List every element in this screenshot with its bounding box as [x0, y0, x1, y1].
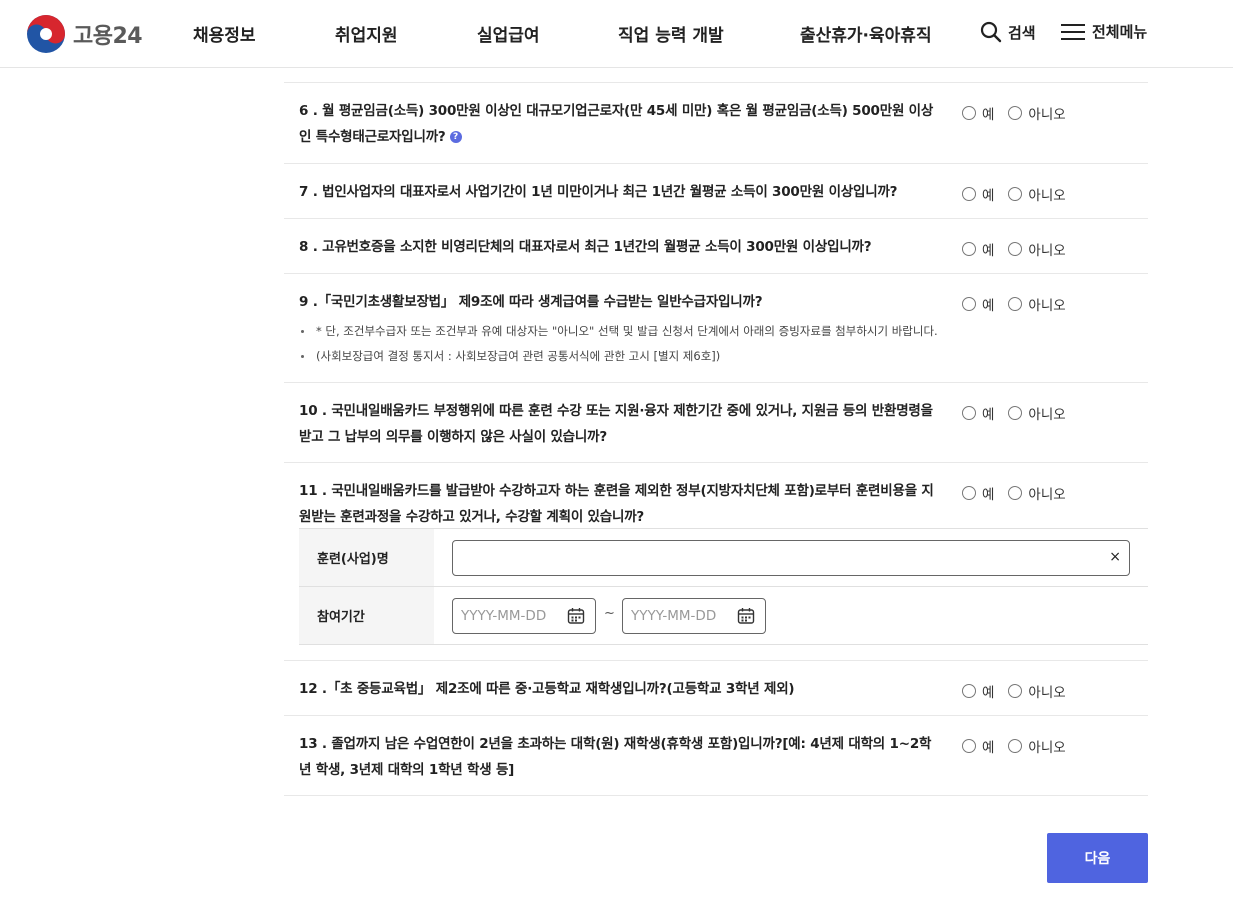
option-yes[interactable]: 예 [962, 239, 994, 259]
training-name-row: 훈련(사업)명 × [299, 529, 1148, 587]
search-label: 검색 [1008, 23, 1036, 42]
option-yes[interactable]: 예 [962, 294, 994, 314]
question-13: 13 . 졸업까지 남은 수업연한이 2년을 초과하는 대학(원) 재학생(휴학… [284, 716, 1148, 796]
option-no[interactable]: 아니오 [1008, 103, 1066, 123]
option-yes[interactable]: 예 [962, 403, 994, 423]
radio-yes[interactable] [962, 297, 976, 311]
answer-options: 예 아니오 [962, 736, 1080, 756]
note-line-2: (사회보장급여 결정 통지서 : 사회보장급여 관련 공통서식에 관한 고시 [… [299, 347, 720, 365]
option-yes[interactable]: 예 [962, 681, 994, 701]
start-date-input[interactable]: YYYY-MM-DD [452, 598, 596, 634]
answer-options: 예 아니오 [962, 294, 1080, 314]
next-button[interactable]: 다음 [1047, 833, 1148, 883]
question-text: 8 . 고유번호증을 소지한 비영리단체의 대표자로서 최근 1년간의 월평균 … [299, 239, 872, 255]
nav-item-unemployment-benefit[interactable]: 실업급여 [477, 21, 540, 46]
bullet-dot [301, 355, 304, 358]
radio-yes[interactable] [962, 187, 976, 201]
question-text: 11 . 국민내일배움카드를 발급받아 수강하고자 하는 훈련을 제외한 정부(… [299, 483, 934, 525]
answer-options: 예 아니오 [962, 184, 1080, 204]
answer-options: 예 아니오 [962, 483, 1080, 503]
question-text: 6 . 월 평균임금(소득) 300만원 이상인 대규모기업근로자(만 45세 … [299, 103, 934, 145]
bullet-dot [301, 330, 304, 333]
clear-icon[interactable]: × [1109, 549, 1121, 565]
search-icon [980, 21, 1002, 43]
radio-no[interactable] [1008, 242, 1023, 256]
question-10: 10 . 국민내일배움카드 부정행위에 따른 훈련 수강 또는 지원·융자 제한… [284, 383, 1148, 463]
option-yes[interactable]: 예 [962, 103, 994, 123]
question-text: 10 . 국민내일배움카드 부정행위에 따른 훈련 수강 또는 지원·융자 제한… [299, 403, 933, 445]
option-no[interactable]: 아니오 [1008, 681, 1066, 701]
all-menu-label: 전체메뉴 [1092, 23, 1148, 41]
site-header: 고용24 채용정보 취업지원 실업급여 직업 능력 개발 출산휴가·육아휴직 검… [0, 0, 1233, 68]
question-12: 12 .「초 중등교육법」 제2조에 따른 중·고등학교 재학생입니까?(고등학… [284, 661, 1148, 716]
help-icon[interactable]: ? [449, 131, 462, 143]
participation-period-row: 참여기간 YYYY-MM-DD ~ YYYY-MM-DD [299, 587, 1148, 645]
radio-yes[interactable] [962, 242, 976, 256]
question-text: 13 . 졸업까지 남은 수업연한이 2년을 초과하는 대학(원) 재학생(휴학… [299, 736, 932, 778]
radio-yes[interactable] [962, 739, 976, 753]
training-name-label: 훈련(사업)명 [299, 529, 434, 586]
radio-yes[interactable] [962, 684, 976, 698]
period-separator: ~ [604, 606, 615, 621]
nav-item-parental-leave[interactable]: 출산휴가·육아휴직 [800, 21, 932, 46]
answer-options: 예 아니오 [962, 403, 1080, 423]
question-6: 6 . 월 평균임금(소득) 300만원 이상인 대규모기업근로자(만 45세 … [284, 83, 1148, 164]
answer-options: 예 아니오 [962, 239, 1080, 259]
participation-period-label: 참여기간 [299, 587, 434, 644]
training-detail-form: 훈련(사업)명 × 참여기간 YYYY-MM-DD ~ YYYY-MM-DD [299, 528, 1148, 645]
question-8: 8 . 고유번호증을 소지한 비영리단체의 대표자로서 최근 1년간의 월평균 … [284, 219, 1148, 274]
calendar-icon[interactable] [567, 607, 585, 625]
question-11: 11 . 국민내일배움카드를 발급받아 수강하고자 하는 훈련을 제외한 정부(… [284, 463, 1148, 661]
note-line-1: * 단, 조건부수급자 또는 조건부과 유예 대상자는 "아니오" 선택 및 발… [299, 322, 938, 340]
option-no[interactable]: 아니오 [1008, 736, 1066, 756]
option-no[interactable]: 아니오 [1008, 239, 1066, 259]
taegeuk-logo-icon [27, 15, 65, 53]
radio-no[interactable] [1008, 406, 1023, 420]
radio-no[interactable] [1008, 739, 1023, 753]
logo-text: 고용24 [73, 24, 143, 49]
answer-options: 예 아니오 [962, 681, 1080, 701]
radio-no[interactable] [1008, 106, 1023, 120]
option-yes[interactable]: 예 [962, 736, 994, 756]
calendar-icon[interactable] [737, 607, 755, 625]
search-button[interactable]: 검색 [980, 21, 1036, 43]
option-yes[interactable]: 예 [962, 184, 994, 204]
option-no[interactable]: 아니오 [1008, 403, 1066, 423]
logo[interactable]: 고용24 [26, 14, 143, 54]
nav-item-skills-development[interactable]: 직업 능력 개발 [618, 21, 724, 46]
option-no[interactable]: 아니오 [1008, 294, 1066, 314]
question-text: 7 . 법인사업자의 대표자로서 사업기간이 1년 미만이거나 최근 1년간 월… [299, 184, 898, 200]
radio-no[interactable] [1008, 684, 1023, 698]
radio-no[interactable] [1008, 486, 1023, 500]
end-date-input[interactable]: YYYY-MM-DD [622, 598, 766, 634]
option-yes[interactable]: 예 [962, 483, 994, 503]
radio-yes[interactable] [962, 406, 976, 420]
answer-options: 예 아니오 [962, 103, 1080, 123]
nav-item-employment-support[interactable]: 취업지원 [335, 21, 398, 46]
nav-item-jobs[interactable]: 채용정보 [193, 21, 256, 46]
question-text: 9 .「국민기초생활보장법」 제9조에 따라 생계급여를 수급받는 일반수급자입… [299, 294, 763, 310]
hamburger-menu-icon [1061, 23, 1085, 40]
radio-no[interactable] [1008, 187, 1023, 201]
all-menu-button[interactable]: 전체메뉴 [1060, 21, 1147, 42]
radio-yes[interactable] [962, 486, 976, 500]
option-no[interactable]: 아니오 [1008, 184, 1066, 204]
question-9: 9 .「국민기초생활보장법」 제9조에 따라 생계급여를 수급받는 일반수급자입… [284, 274, 1148, 383]
question-text: 12 .「초 중등교육법」 제2조에 따른 중·고등학교 재학생입니까?(고등학… [299, 681, 795, 697]
eligibility-question-list: 6 . 월 평균임금(소득) 300만원 이상인 대규모기업근로자(만 45세 … [284, 82, 1148, 796]
radio-yes[interactable] [962, 106, 976, 120]
radio-no[interactable] [1008, 297, 1023, 311]
option-no[interactable]: 아니오 [1008, 483, 1066, 503]
question-7: 7 . 법인사업자의 대표자로서 사업기간이 1년 미만이거나 최근 1년간 월… [284, 164, 1148, 219]
training-name-input[interactable]: × [452, 540, 1130, 576]
